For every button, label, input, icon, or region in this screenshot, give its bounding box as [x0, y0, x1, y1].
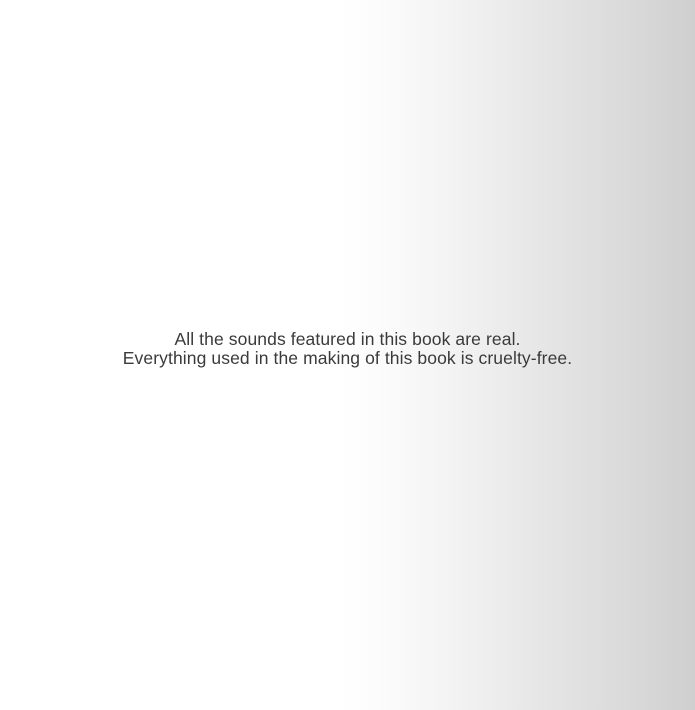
notice-line-sounds: All the sounds featured in this book are…	[174, 329, 521, 349]
notice-text: All the sounds featured in this book are…	[0, 330, 695, 368]
book-page: All the sounds featured in this book are…	[0, 0, 695, 710]
notice-line-cruelty-free: Everything used in the making of this bo…	[122, 348, 573, 368]
